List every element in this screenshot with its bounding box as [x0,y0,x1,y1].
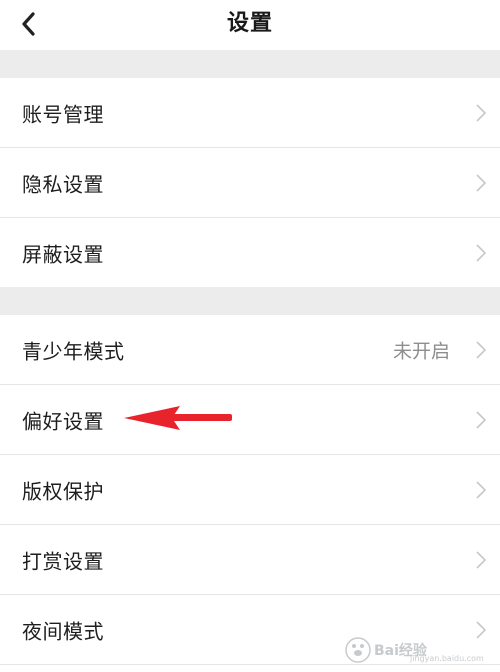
chevron-right-icon [476,410,487,429]
chevron-right-icon [476,480,487,499]
teen-mode-status: 未开启 [392,340,450,362]
chevron-right-icon [476,340,487,359]
copyright-protection-item[interactable]: 版权保护 [0,455,500,524]
section-gap [0,287,500,315]
section-gap [0,50,500,78]
item-label: 隐私设置 [22,172,104,196]
baidu-jingyan-watermark: Bai经验 jingyan.baidu.com [344,634,494,666]
block-settings-item[interactable]: 屏蔽设置 [0,218,500,287]
chevron-right-icon [476,103,487,122]
page-title: 设置 [226,11,273,36]
chevron-right-icon [476,550,487,569]
item-label: 夜间模式 [22,619,104,643]
item-label: 屏蔽设置 [22,242,104,266]
item-label: 偏好设置 [22,409,104,433]
item-label: 青少年模式 [22,339,125,363]
red-arrow-annotation [124,406,232,430]
preference-settings-item[interactable]: 偏好设置 [0,385,500,454]
account-management-item[interactable]: 账号管理 [0,78,500,147]
watermark-url: jingyan.baidu.com [410,654,484,663]
top-bar: 设置 [0,0,500,50]
item-label: 版权保护 [22,479,104,503]
item-label: 账号管理 [22,102,104,126]
teen-mode-item[interactable]: 青少年模式 未开启 [0,315,500,384]
paw-logo-icon [345,637,371,663]
item-label: 打赏设置 [22,549,104,573]
tip-settings-item[interactable]: 打赏设置 [0,525,500,594]
chevron-right-icon [476,243,487,262]
chevron-right-icon [476,173,487,192]
privacy-settings-item[interactable]: 隐私设置 [0,148,500,217]
